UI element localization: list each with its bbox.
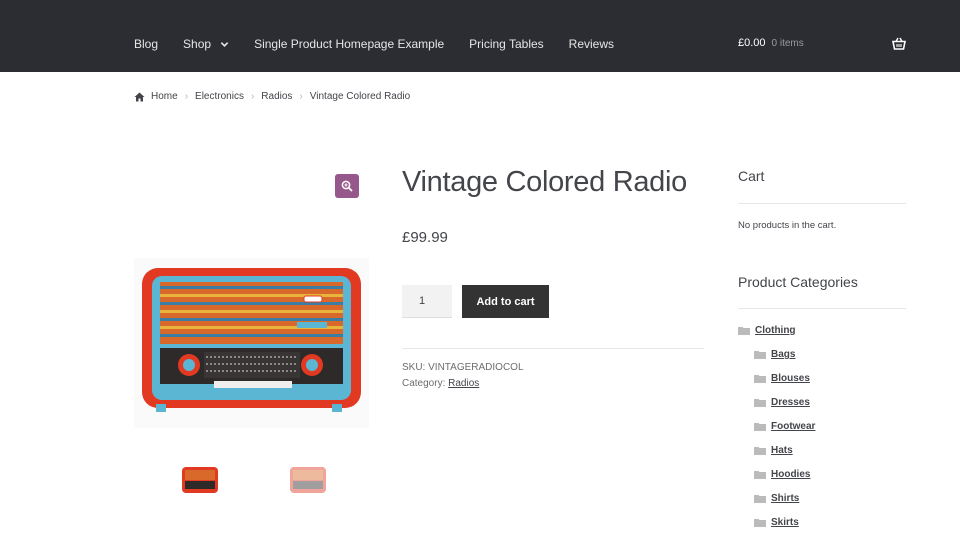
chevron-down-icon [220, 41, 229, 47]
zoom-button[interactable] [335, 174, 359, 198]
product-image-radio[interactable] [134, 258, 369, 428]
category-link[interactable]: Blouses [771, 373, 810, 384]
divider [738, 203, 906, 204]
header-cart-link[interactable]: £0.00 0 items [738, 37, 804, 49]
breadcrumb: Home › Electronics › Radios › Vintage Co… [134, 91, 410, 102]
cart-count: 0 items [771, 37, 804, 49]
sku-value: VINTAGERADIOCOL [428, 362, 524, 373]
category-item: Footwear [754, 421, 815, 432]
category-link[interactable]: Radios [448, 378, 479, 389]
nav-item-blog[interactable]: Blog [134, 37, 158, 51]
header-bar: Blog Shop Single Product Homepage Exampl… [0, 0, 960, 72]
category-link[interactable]: Dresses [771, 397, 810, 408]
category-label: Category: [402, 378, 446, 389]
cart-widget-title: Cart [738, 168, 765, 184]
category-item: Clothing [738, 325, 796, 336]
category-item: Shirts [754, 493, 799, 504]
primary-nav: Blog Shop Single Product Homepage Exampl… [134, 37, 639, 51]
nav-label: Pricing Tables [469, 37, 544, 51]
category-link[interactable]: Clothing [755, 325, 796, 336]
category-link[interactable]: Shirts [771, 493, 799, 504]
category-item: Dresses [754, 397, 810, 408]
basket-icon[interactable] [892, 37, 906, 50]
divider [738, 308, 906, 309]
category-link[interactable]: Footwear [771, 421, 815, 432]
nav-label: Blog [134, 37, 159, 51]
sku-label: SKU: [402, 362, 426, 373]
product-thumbnail[interactable] [180, 463, 220, 497]
category-item: Skirts [754, 517, 799, 528]
nav-label: Shop [183, 37, 212, 51]
category-link[interactable]: Skirts [771, 517, 799, 528]
breadcrumb-home[interactable]: Home [151, 91, 178, 102]
breadcrumb-electronics[interactable]: Electronics [195, 91, 244, 102]
folder-icon [754, 351, 766, 359]
folder-icon [738, 327, 750, 335]
breadcrumb-separator: › [250, 91, 255, 102]
category-link[interactable]: Bags [771, 349, 795, 360]
nav-item-single-product[interactable]: Single Product Homepage Example [254, 37, 444, 51]
breadcrumb-separator: › [299, 91, 303, 102]
breadcrumb-current: Vintage Colored Radio [309, 91, 411, 102]
breadcrumb-separator: › [184, 91, 189, 102]
zoom-icon [341, 180, 353, 192]
add-to-cart-button[interactable]: Add to cart [462, 285, 549, 318]
folder-icon [754, 471, 766, 479]
breadcrumb-radios[interactable]: Radios [261, 91, 292, 102]
category-item: Hats [754, 445, 793, 456]
product-sku: SKU: VINTAGERADIOCOL [402, 362, 524, 373]
folder-icon [754, 375, 766, 383]
product-title: Vintage Colored Radio [402, 166, 687, 198]
categories-widget-title: Product Categories [738, 274, 858, 290]
cart-amount: £0.00 [738, 37, 766, 49]
divider [402, 348, 704, 349]
folder-icon [754, 399, 766, 407]
category-item: Blouses [754, 373, 810, 384]
category-link[interactable]: Hats [771, 445, 793, 456]
product-price: £99.99 [402, 229, 448, 246]
nav-item-pricing[interactable]: Pricing Tables [469, 37, 543, 51]
nav-label: Reviews [568, 37, 615, 51]
nav-item-shop[interactable]: Shop [183, 37, 229, 51]
product-thumbnail[interactable] [288, 463, 328, 497]
cart-empty-message: No products in the cart. [738, 220, 837, 231]
folder-icon [754, 519, 766, 527]
category-item: Bags [754, 349, 795, 360]
folder-icon [754, 495, 766, 503]
home-icon [134, 92, 145, 101]
folder-icon [754, 423, 766, 431]
folder-icon [754, 447, 766, 455]
nav-label: Single Product Homepage Example [254, 37, 445, 51]
quantity-input[interactable] [402, 285, 452, 318]
nav-item-reviews[interactable]: Reviews [569, 37, 614, 51]
category-link[interactable]: Hoodies [771, 469, 810, 480]
category-item: Hoodies [754, 469, 810, 480]
product-category: Category: Radios [402, 378, 479, 389]
